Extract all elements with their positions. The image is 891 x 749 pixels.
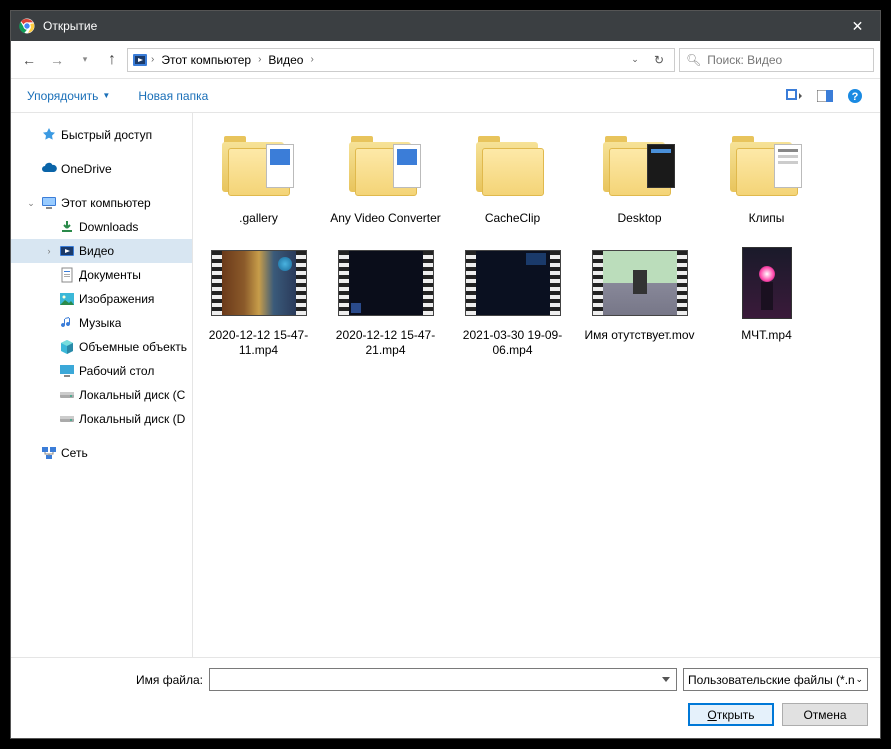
cloud-icon	[41, 161, 57, 177]
folder-item[interactable]: Desktop	[582, 125, 697, 226]
toolbar: Упорядочить ▼ Новая папка ?	[11, 79, 880, 113]
expand-icon[interactable]: ⌄	[25, 198, 37, 209]
folder-item[interactable]: Клипы	[709, 125, 824, 226]
titlebar: Открытие ✕	[11, 11, 880, 41]
network-icon	[41, 445, 57, 461]
filename-input[interactable]	[209, 668, 677, 691]
document-icon	[59, 267, 75, 283]
address-bar[interactable]: › Этот компьютер › Видео › ⌄ ↻	[127, 48, 675, 72]
cancel-button[interactable]: Отмена	[782, 703, 868, 726]
video-file-item[interactable]: Имя отутствует.mov	[582, 242, 697, 358]
sidebar-disk-d[interactable]: Локальный диск (D	[11, 407, 192, 431]
video-library-icon	[132, 52, 148, 68]
drive-icon	[59, 387, 75, 403]
download-icon	[59, 219, 75, 235]
search-placeholder: Поиск: Видео	[707, 53, 782, 67]
drive-icon	[59, 411, 75, 427]
sidebar-3d-objects[interactable]: Объемные объекть	[11, 335, 192, 359]
chrome-icon	[19, 18, 35, 34]
new-folder-button[interactable]: Новая папка	[132, 85, 214, 107]
sidebar: Быстрый доступ OneDrive ⌄ Этот компьютер…	[11, 113, 193, 657]
search-icon: 🔍︎	[686, 53, 701, 67]
video-file-item[interactable]: 2021-03-30 19-09-06.mp4	[455, 242, 570, 358]
chevron-down-icon: ▼	[102, 91, 110, 100]
video-file-item[interactable]: 2020-12-12 15-47-11.mp4	[201, 242, 316, 358]
video-icon	[59, 243, 75, 259]
cube-icon	[59, 339, 75, 355]
breadcrumb-folder[interactable]: Видео	[264, 53, 307, 67]
folder-item[interactable]: Any Video Converter	[328, 125, 443, 226]
svg-text:?: ?	[852, 91, 859, 103]
video-file-item[interactable]: МЧТ.mp4	[709, 242, 824, 358]
chevron-right-icon[interactable]: ›	[309, 54, 314, 65]
refresh-button[interactable]: ↻	[648, 49, 670, 71]
expand-icon[interactable]: ›	[43, 246, 55, 256]
organize-button[interactable]: Упорядочить ▼	[21, 85, 116, 107]
filename-label: Имя файла:	[23, 673, 203, 687]
search-input[interactable]: 🔍︎ Поиск: Видео	[679, 48, 874, 72]
open-button[interactable]: Открыть	[688, 703, 774, 726]
close-button[interactable]: ✕	[835, 11, 880, 41]
sidebar-onedrive[interactable]: OneDrive	[11, 157, 192, 181]
back-button[interactable]: ←	[17, 48, 41, 72]
sidebar-documents[interactable]: Документы	[11, 263, 192, 287]
folder-item[interactable]: CacheClip	[455, 125, 570, 226]
sidebar-downloads[interactable]: Downloads	[11, 215, 192, 239]
video-file-item[interactable]: 2020-12-12 15-47-21.mp4	[328, 242, 443, 358]
image-icon	[59, 291, 75, 307]
sidebar-pictures[interactable]: Изображения	[11, 287, 192, 311]
preview-pane-button[interactable]	[810, 83, 840, 109]
recent-dropdown[interactable]: ▾	[73, 48, 97, 72]
chevron-right-icon[interactable]: ›	[150, 54, 155, 65]
folder-item[interactable]: .gallery	[201, 125, 316, 226]
breadcrumb-root[interactable]: Этот компьютер	[157, 53, 255, 67]
address-dropdown[interactable]: ⌄	[624, 49, 646, 71]
file-grid: .gallery Any Video Converter CacheClip D…	[193, 113, 880, 657]
file-open-dialog: Открытие ✕ ← → ▾ ↑ › Этот компьютер › Ви…	[10, 10, 881, 739]
monitor-icon	[41, 195, 57, 211]
sidebar-this-pc[interactable]: ⌄ Этот компьютер	[11, 191, 192, 215]
sidebar-quick-access[interactable]: Быстрый доступ	[11, 123, 192, 147]
filetype-select[interactable]: Пользовательские файлы (*.n ⌄	[683, 668, 868, 691]
music-icon	[59, 315, 75, 331]
sidebar-desktop[interactable]: Рабочий стол	[11, 359, 192, 383]
star-icon	[41, 127, 57, 143]
sidebar-disk-c[interactable]: Локальный диск (C	[11, 383, 192, 407]
sidebar-music[interactable]: Музыка	[11, 311, 192, 335]
help-button[interactable]: ?	[840, 83, 870, 109]
sidebar-video[interactable]: › Видео	[11, 239, 192, 263]
view-mode-button[interactable]	[780, 83, 810, 109]
forward-button[interactable]: →	[45, 48, 69, 72]
window-title: Открытие	[43, 19, 835, 33]
footer: Имя файла: Пользовательские файлы (*.n ⌄…	[11, 657, 880, 738]
desktop-icon	[59, 363, 75, 379]
chevron-right-icon[interactable]: ›	[257, 54, 262, 65]
dialog-body: Быстрый доступ OneDrive ⌄ Этот компьютер…	[11, 113, 880, 657]
chevron-down-icon: ⌄	[855, 674, 863, 685]
navbar: ← → ▾ ↑ › Этот компьютер › Видео › ⌄ ↻ 🔍…	[11, 41, 880, 79]
up-button[interactable]: ↑	[101, 49, 123, 71]
sidebar-network[interactable]: Сеть	[11, 441, 192, 465]
